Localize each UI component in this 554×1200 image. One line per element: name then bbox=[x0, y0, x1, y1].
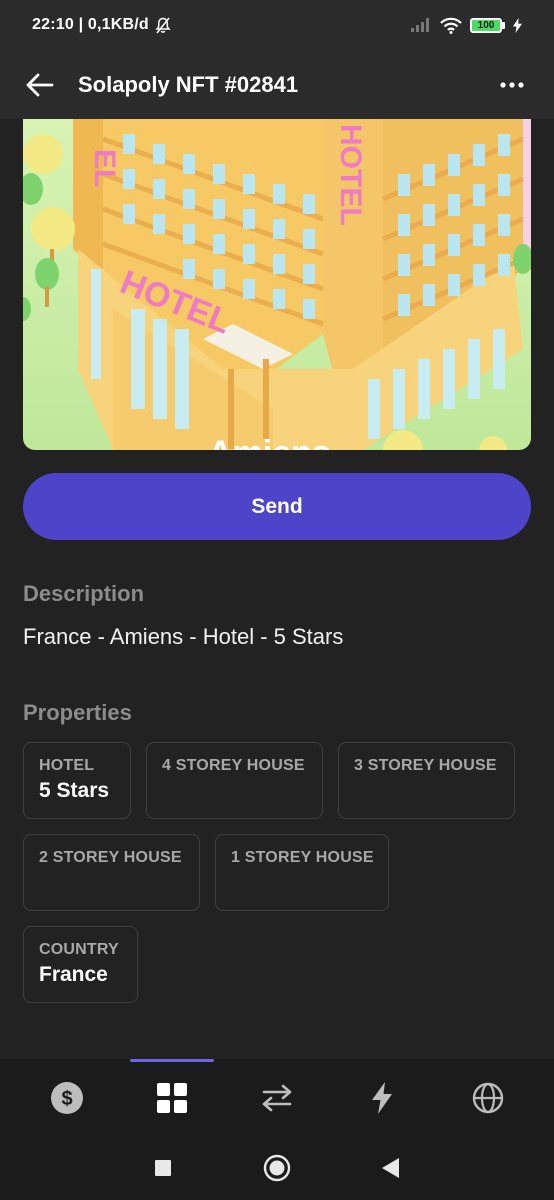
home-button[interactable] bbox=[262, 1153, 292, 1183]
signal-icon bbox=[410, 18, 432, 32]
svg-text:$: $ bbox=[61, 1088, 72, 1110]
nav-tab-collectibles[interactable] bbox=[130, 1059, 214, 1137]
property-type: COUNTRY bbox=[39, 941, 119, 958]
property-type: 3 STOREY HOUSE bbox=[354, 757, 497, 774]
home-circle-icon bbox=[263, 1154, 291, 1182]
property-type: 2 STOREY HOUSE bbox=[39, 849, 182, 866]
property-card-country[interactable]: COUNTRY France bbox=[23, 926, 138, 1003]
system-nav-bar bbox=[0, 1137, 554, 1200]
more-options-button[interactable] bbox=[492, 65, 532, 105]
property-type: 4 STOREY HOUSE bbox=[162, 757, 305, 774]
nft-caption: Amiens bbox=[208, 434, 331, 450]
nav-tab-swap[interactable] bbox=[235, 1059, 319, 1137]
nft-detail-screen: 22:10 | 0,1KB/d 100 Solapoly NFT #02841 … bbox=[0, 0, 554, 1200]
mute-bell-icon bbox=[155, 17, 171, 34]
property-type: 1 STOREY HOUSE bbox=[231, 849, 374, 866]
property-card-2-storey-house[interactable]: 2 STOREY HOUSE bbox=[23, 834, 200, 911]
swap-icon bbox=[261, 1084, 293, 1112]
hotel-sign-left: EL bbox=[88, 149, 121, 187]
charging-icon bbox=[513, 17, 522, 33]
description-heading: Description bbox=[23, 581, 145, 606]
recents-button[interactable] bbox=[148, 1153, 178, 1183]
send-button[interactable]: Send bbox=[23, 473, 531, 540]
back-button[interactable] bbox=[20, 65, 60, 105]
battery-level: 100 bbox=[470, 17, 502, 33]
nav-tab-browser[interactable] bbox=[446, 1059, 530, 1137]
square-icon bbox=[155, 1160, 171, 1176]
status-icons: 100 bbox=[410, 17, 522, 34]
page-title: Solapoly NFT #02841 bbox=[78, 71, 299, 97]
nav-tab-tokens[interactable]: $ bbox=[25, 1059, 109, 1137]
triangle-back-icon bbox=[382, 1158, 400, 1178]
bottom-nav: $ bbox=[0, 1059, 554, 1137]
property-card-hotel[interactable]: HOTEL 5 Stars bbox=[23, 742, 131, 819]
arrow-back-icon bbox=[26, 73, 54, 97]
status-time: 22:10 | 0,1KB/d bbox=[32, 16, 149, 33]
property-card-3-storey-house[interactable]: 3 STOREY HOUSE bbox=[338, 742, 515, 819]
description-text: France - Amiens - Hotel - 5 Stars bbox=[23, 624, 344, 649]
nft-image: HOTEL EL HOTEL Amiens bbox=[23, 119, 531, 450]
grid-icon bbox=[157, 1083, 187, 1113]
property-card-4-storey-house[interactable]: 4 STOREY HOUSE bbox=[146, 742, 323, 819]
battery-icon: 100 bbox=[470, 17, 505, 33]
globe-icon bbox=[472, 1082, 504, 1114]
status-bar: 22:10 | 0,1KB/d 100 bbox=[0, 0, 554, 50]
hotel-sign-vertical: HOTEL bbox=[334, 124, 367, 226]
property-value: 5 Stars bbox=[39, 779, 110, 802]
more-horizontal-icon bbox=[500, 81, 524, 88]
back-nav-button[interactable] bbox=[376, 1153, 406, 1183]
nav-tab-activity[interactable] bbox=[340, 1059, 424, 1137]
lightning-icon bbox=[371, 1082, 393, 1114]
property-value: France bbox=[39, 963, 108, 986]
wifi-icon bbox=[440, 17, 462, 34]
dollar-icon: $ bbox=[50, 1081, 84, 1115]
property-type: HOTEL bbox=[39, 757, 95, 774]
properties-heading: Properties bbox=[23, 700, 132, 725]
app-bar: Solapoly NFT #02841 bbox=[0, 50, 554, 119]
property-card-1-storey-house[interactable]: 1 STOREY HOUSE bbox=[215, 834, 389, 911]
